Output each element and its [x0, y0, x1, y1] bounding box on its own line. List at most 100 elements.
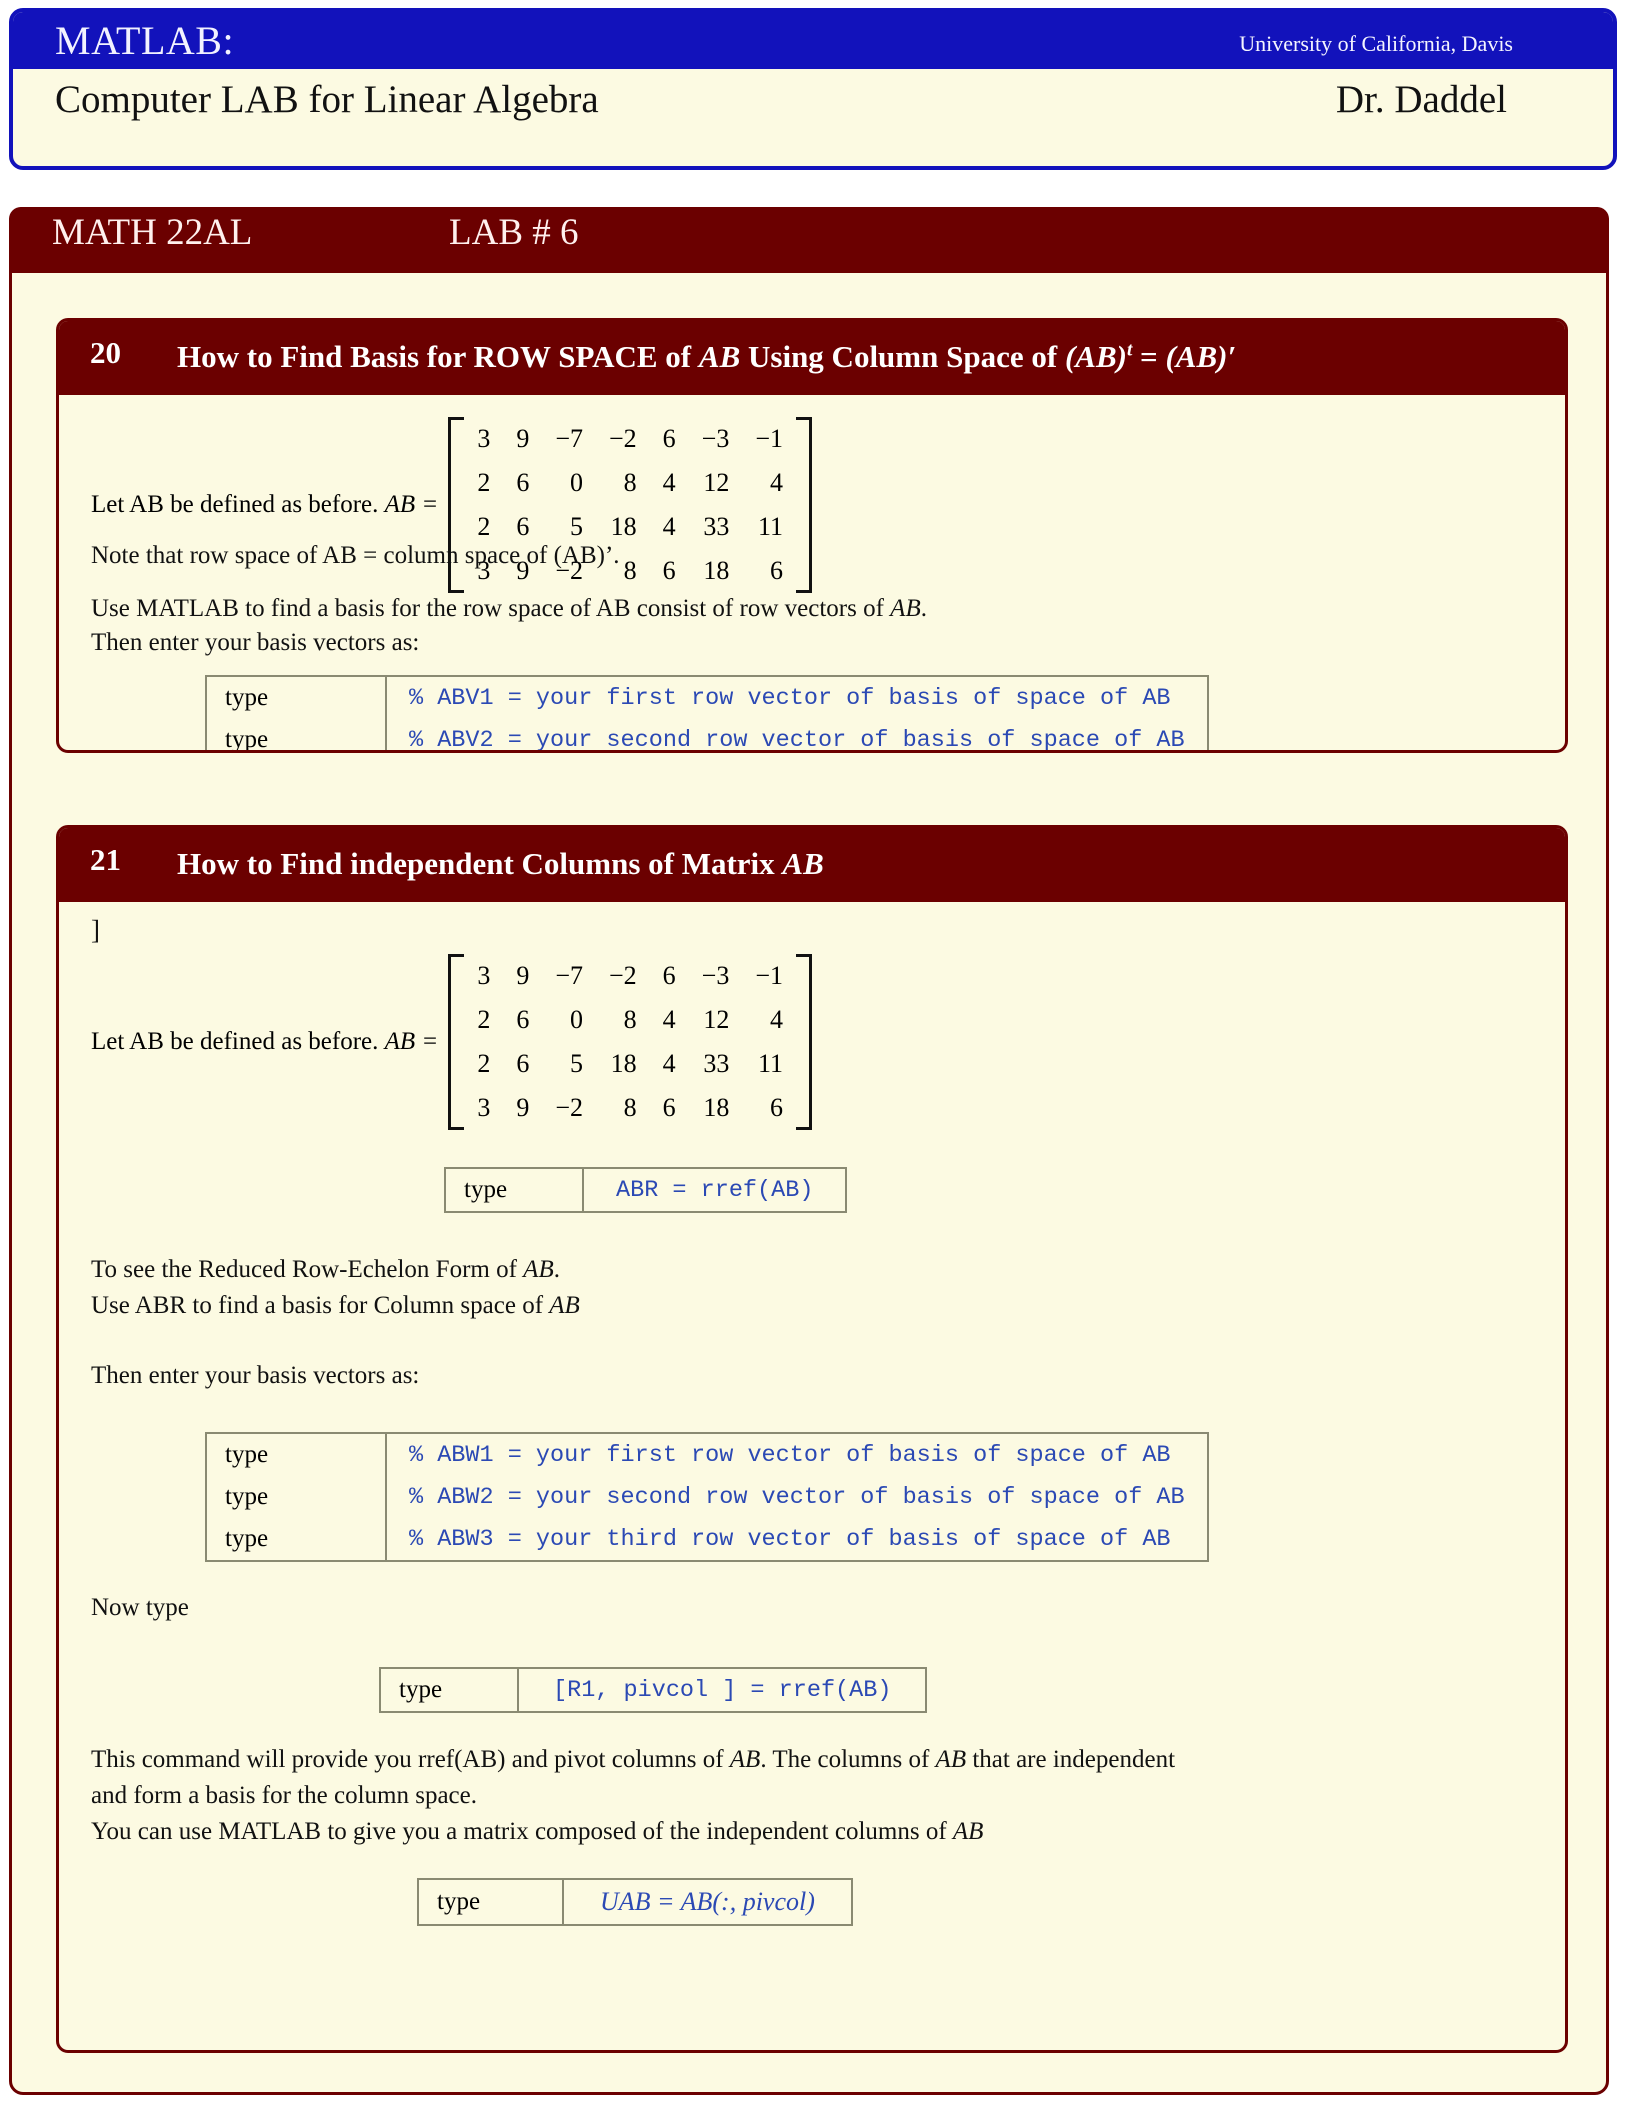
matrix-cell: −3 [701, 424, 730, 454]
s20-matrix-caption-text: Let AB be defined as before. [91, 491, 385, 519]
command-row: type % ABW1 = your first row vector of b… [206, 1433, 1208, 1477]
matrix-cell: 4 [662, 468, 676, 498]
command-row: type % ABV1 = your first row vector of b… [206, 676, 1208, 720]
s21-matrix-name: AB = [384, 1028, 439, 1056]
s21-line-enter: Then enter your basis vectors as: [91, 1362, 420, 1390]
s20-command-box[interactable]: type % ABV1 = your first row vector of b… [205, 675, 1209, 751]
s21-matrix-row: Let AB be defined as before. AB = 3 9 −7 −2… [91, 954, 812, 1131]
s21-uab-command-box[interactable]: type UAB = AB(:, pivcol) [417, 1878, 853, 1927]
matrix-cell: −1 [755, 424, 783, 454]
type-label: type [206, 1476, 387, 1519]
lab-container: MATH 22AL LAB # 6 20 How to Find Basis f… [9, 207, 1609, 2095]
type-label: type [445, 1168, 584, 1213]
s20-title-prime: ′ [1227, 339, 1237, 374]
s21-exp3-math: AB [952, 1818, 984, 1846]
section-21: 21 How to Find independent Columns of Ma… [56, 825, 1568, 2053]
lab-number: LAB # 6 [449, 212, 579, 253]
matrix-cell: 11 [757, 512, 783, 542]
s21-exp3-a: You can use MATLAB to give you a matrix … [91, 1818, 953, 1846]
command-text[interactable]: [R1, pivcol ] = rref(AB) [518, 1668, 926, 1712]
s20-instruction-2: Then enter your basis vectors as: [91, 629, 420, 657]
matrix-cell: 2 [477, 1005, 491, 1035]
s21-title-a: How to Find independent Columns of Matri… [177, 846, 783, 881]
s21-exp1-c: that are independent [966, 1746, 1176, 1774]
course-subtitle: Computer LAB for Linear Algebra [55, 78, 599, 121]
matrix-cell: 6 [770, 1093, 783, 1123]
s21-matrix: 3 9 −7 −2 6 −3 −1 2 6 0 8 4 12 4 2 6 5 18 4 33 11 3 9 −2 8 6 18… [448, 954, 812, 1131]
section-20-body: Let AB be defined as before. AB = 3 9 −7 −2… [59, 395, 1565, 751]
s21-exp1-b: . The columns of [760, 1746, 936, 1774]
matrix-cell: 6 [516, 1049, 530, 1079]
matlab-title: MATLAB: [55, 18, 235, 63]
matrix-row: 3 9 −7 −2 6 −3 −1 [464, 417, 796, 461]
matrix-row: 2 6 0 8 4 12 4 [464, 998, 796, 1042]
s21-now-type: Now type [91, 1594, 189, 1622]
section-20-header: 20 How to Find Basis for ROW SPACE of AB… [59, 321, 1565, 396]
s21-stray-bracket: ] [91, 915, 100, 946]
matrix-cell: −7 [555, 961, 583, 991]
matrix-cell: 4 [662, 512, 676, 542]
matrix-cell: 11 [757, 1049, 783, 1079]
command-row: type [R1, pivcol ] = rref(AB) [380, 1668, 926, 1713]
command-text[interactable]: % ABW3 = your third row vector of basis … [386, 1518, 1208, 1561]
command-row: type % ABV2 = your second row vector of … [206, 719, 1208, 751]
s20-instruction-1: Use MATLAB to find a basis for the row s… [91, 593, 927, 624]
matrix-right-bracket [796, 954, 812, 1131]
command-row: type % ABW3 = your third row vector of b… [206, 1518, 1208, 1562]
s21-exp1-m2: AB [935, 1746, 967, 1774]
matrix-cell: 2 [477, 468, 491, 498]
matrix-cell: 0 [569, 468, 583, 498]
matrix-right-bracket [796, 417, 812, 594]
command-row: type ABR = rref(AB) [445, 1168, 846, 1213]
matrix-left-bracket [448, 954, 465, 1131]
s21-command-box[interactable]: type % ABW1 = your first row vector of b… [205, 1432, 1209, 1563]
s21-matrix-caption: Let AB be defined as before. AB = [91, 1028, 438, 1056]
section-21-title: How to Find independent Columns of Matri… [177, 842, 1513, 886]
s21-rref-command-box[interactable]: type ABR = rref(AB) [444, 1167, 848, 1214]
document-page: MATLAB: University of California, Davis … [0, 0, 1635, 2110]
matrix-cell: 8 [623, 468, 637, 498]
s20-title-abp: (AB) [1165, 339, 1228, 374]
s21-pivcol-command-box[interactable]: type [R1, pivcol ] = rref(AB) [379, 1667, 928, 1714]
s20-instr1-b: . [920, 595, 927, 623]
banner-blue-bar: MATLAB: University of California, Davis [13, 12, 1613, 69]
s20-title-a: How to Find Basis for ROW SPACE of [177, 339, 699, 374]
section-20-number: 20 [90, 335, 121, 370]
lab-header-bar: MATH 22AL LAB # 6 [9, 207, 1609, 273]
matrix-row: 2 6 5 18 4 33 11 [464, 1042, 796, 1086]
s20-matrix-name: AB = [384, 491, 439, 519]
matrix-cell: 8 [623, 1093, 637, 1123]
matrix-cell: −2 [608, 961, 637, 991]
type-label: type [206, 1518, 387, 1562]
matrix-cell: 3 [477, 424, 491, 454]
command-text[interactable]: UAB = AB(:, pivcol) [563, 1879, 852, 1925]
matrix-cell: 6 [662, 424, 676, 454]
lab-course-code: MATH 22AL [52, 212, 253, 253]
s21-rref-a: To see the Reduced Row-Echelon Form of [91, 1256, 524, 1284]
command-text[interactable]: % ABW1 = your first row vector of basis … [386, 1433, 1208, 1476]
s21-explain-2: and form a basis for the column space. [91, 1782, 477, 1810]
type-label: type [418, 1879, 564, 1926]
command-text[interactable]: ABR = rref(AB) [583, 1168, 846, 1212]
section-20: 20 How to Find Basis for ROW SPACE of AB… [56, 318, 1568, 754]
s21-rref-math: AB [523, 1256, 554, 1284]
s20-matrix-caption: Let AB be defined as before. AB = [91, 491, 438, 519]
s20-title-math-ab: AB [698, 339, 741, 374]
matrix-cell: 18 [610, 1049, 637, 1079]
matrix-cell: 9 [516, 961, 530, 991]
s21-explain-1: This command will provide you rref(AB) a… [91, 1744, 1531, 1775]
s20-title-equals: = [1132, 339, 1166, 374]
matrix-cell: 8 [623, 1005, 637, 1035]
matrix-cell: 4 [662, 1005, 676, 1035]
command-text[interactable]: % ABV1 = your first row vector of basis … [386, 676, 1208, 719]
section-21-header: 21 How to Find independent Columns of Ma… [59, 828, 1565, 903]
matrix-cell: 6 [770, 556, 783, 586]
matrix-cell: 18 [703, 556, 730, 586]
command-text[interactable]: % ABV2 = your second row vector of basis… [386, 719, 1208, 750]
s20-note: Note that row space of AB = column space… [91, 542, 620, 570]
matrix-cell: 33 [703, 1049, 730, 1079]
s21-explain-3: You can use MATLAB to give you a matrix … [91, 1816, 983, 1847]
type-label: type [206, 1433, 387, 1477]
section-20-title: How to Find Basis for ROW SPACE of AB Us… [177, 335, 1513, 379]
command-text[interactable]: % ABW2 = your second row vector of basis… [386, 1476, 1208, 1518]
